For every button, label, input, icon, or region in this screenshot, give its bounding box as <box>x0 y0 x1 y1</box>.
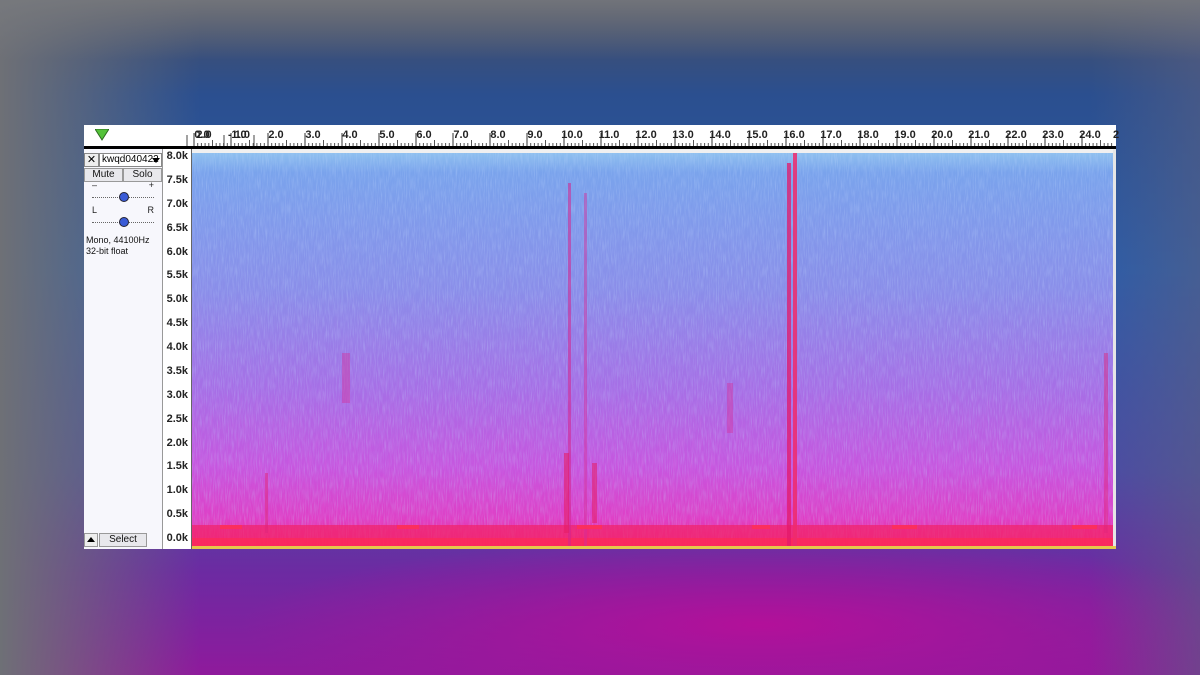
pan-left-label: L <box>92 205 98 215</box>
timeline-label: 1.0 <box>231 129 247 141</box>
timeline-label: 19.0 <box>894 129 916 141</box>
frequency-label: 0.0k <box>166 532 188 544</box>
timeline-label: 2 <box>1112 129 1120 141</box>
audacity-track-window: 2.0 - 1.0 0.0 1.0 2.0 3.0 4.0 5.0 6.0 7.0 8.0 9.0… <box>84 125 1120 549</box>
selection-bar <box>192 546 1116 549</box>
timeline-label: 0.0 <box>194 129 210 141</box>
track-control-panel: ✕ kwqd040422 Mute Solo – + L R Mono, 441… <box>84 149 163 549</box>
frequency-label: 6.0k <box>166 245 188 258</box>
timeline-label: 11.0 <box>598 129 620 141</box>
spectrogram[interactable] <box>192 153 1113 546</box>
pan-right-label: R <box>147 205 155 215</box>
timeline-label: 23.0 <box>1042 129 1064 141</box>
timeline-label: 22.0 <box>1005 129 1027 141</box>
frequency-label: 6.5k <box>166 221 188 234</box>
frequency-ruler: 8.0k 7.5k 7.0k 6.5k 6.0k 5.5k 5.0k 4.5k 4.0k 3.5k… <box>163 149 192 549</box>
timeline-label: 15.0 <box>746 129 768 141</box>
close-icon[interactable]: ✕ <box>84 153 99 167</box>
frequency-label: 3.5k <box>166 364 188 377</box>
timeline-label: 8.0 <box>490 129 506 141</box>
select-button[interactable]: Select <box>99 533 147 547</box>
track-sample-info: 32-bit float <box>86 246 129 256</box>
gain-slider[interactable]: – + <box>92 180 154 204</box>
track-right-edge <box>1113 149 1116 549</box>
collapse-up-icon[interactable] <box>84 533 98 547</box>
frequency-label: 5.0k <box>166 293 188 306</box>
frequency-label: 1.5k <box>166 460 188 473</box>
solo-button[interactable]: Solo <box>123 168 162 182</box>
timeline-label: 13.0 <box>672 129 694 141</box>
frequency-label: 0.5k <box>166 508 188 521</box>
frequency-label: 1.0k <box>166 484 188 497</box>
frequency-label: 2.0k <box>166 436 188 449</box>
timeline-label: 18.0 <box>857 129 879 141</box>
timeline-label: 2.0 <box>268 129 284 141</box>
chevron-down-icon <box>152 158 160 163</box>
track-name-label: kwqd040422 <box>102 154 159 165</box>
timeline-label: 9.0 <box>527 129 543 141</box>
timeline-label: 24.0 <box>1079 129 1101 141</box>
gain-slider-knob[interactable] <box>119 192 129 202</box>
frequency-label: 4.5k <box>166 317 188 330</box>
timeline-label: 4.0 <box>342 129 358 141</box>
pan-slider[interactable]: L R <box>92 205 154 229</box>
frequency-label: 2.5k <box>166 412 188 425</box>
mute-button[interactable]: Mute <box>84 168 123 182</box>
frequency-label: 8.0k <box>166 150 188 162</box>
timeline-label: 12.0 <box>635 129 657 141</box>
timeline-label: 7.0 <box>453 129 469 141</box>
timeline-label: 6.0 <box>416 129 432 141</box>
timeline-ruler[interactable]: 2.0 - 1.0 0.0 1.0 2.0 3.0 4.0 5.0 6.0 7.0 8.0 9.0… <box>84 125 1120 149</box>
pan-slider-knob[interactable] <box>119 217 129 227</box>
frequency-label: 3.0k <box>166 388 188 401</box>
track-name-menu[interactable]: kwqd040422 <box>99 153 162 167</box>
timeline-label: 20.0 <box>931 129 953 141</box>
track-format-info: Mono, 44100Hz <box>86 235 150 245</box>
timeline-label: 5.0 <box>379 129 395 141</box>
timeline-label: 21.0 <box>968 129 990 141</box>
gain-plus-label: + <box>148 180 154 190</box>
timeline-label: 17.0 <box>820 129 842 141</box>
frequency-label: 7.5k <box>166 173 188 186</box>
frequency-label: 4.0k <box>166 341 188 353</box>
timeline-label: 14.0 <box>709 129 731 141</box>
timeline-label: 10.0 <box>561 129 583 141</box>
frequency-label: 5.5k <box>166 269 188 282</box>
timeline-label: 3.0 <box>305 129 321 141</box>
gain-minus-label: – <box>92 180 98 190</box>
timeline-label: 16.0 <box>783 129 805 141</box>
background-blur-top <box>0 0 1200 60</box>
frequency-label: 7.0k <box>166 197 188 210</box>
